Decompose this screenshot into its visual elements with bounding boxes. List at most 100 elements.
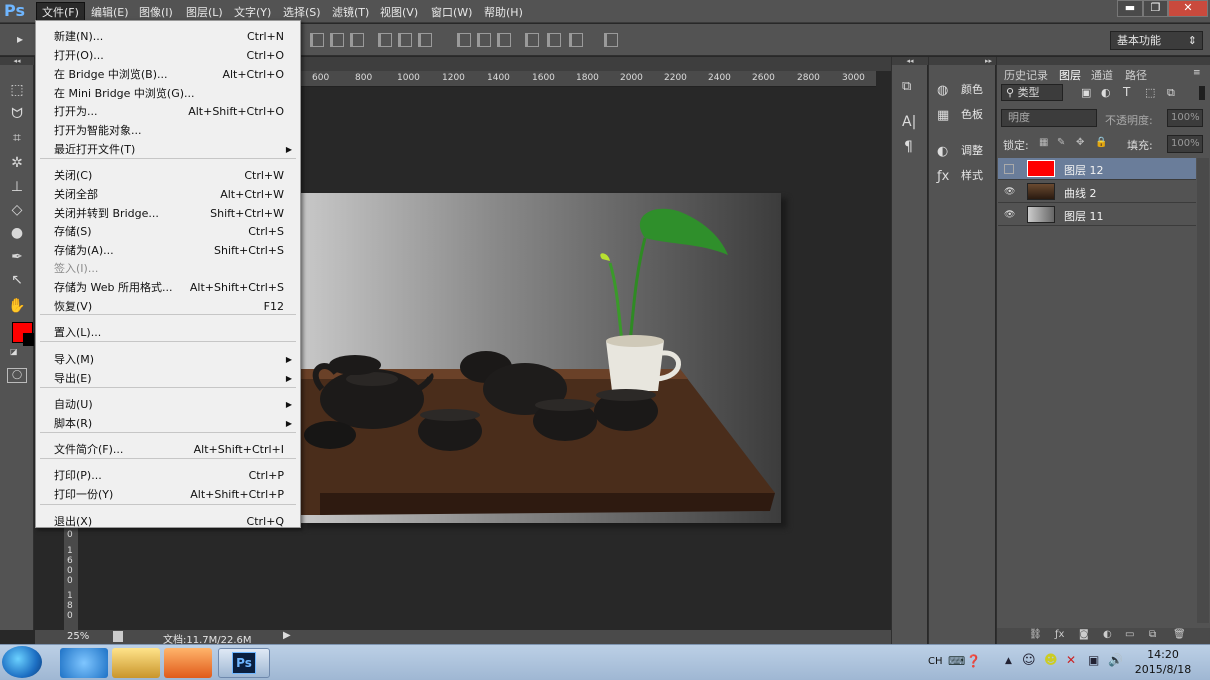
file-menu-item[interactable]: 打开为... Alt+Shift+Ctrl+O [36, 102, 300, 121]
layer-row[interactable]: 👁 曲线 2 [998, 181, 1196, 203]
menu-layer[interactable]: 图层(L) [186, 4, 223, 20]
eye-icon[interactable]: 👁 [1004, 187, 1015, 197]
styles-panel-button[interactable]: ƒx 样式 [937, 167, 983, 184]
color-panel-button[interactable]: ◍ 颜色 [937, 81, 983, 98]
lock-pixels-icon[interactable]: ✎ [1057, 137, 1065, 148]
pen-tool-icon[interactable]: ✒ [6, 247, 28, 267]
file-menu-item[interactable]: 最近打开文件(T) ▶ [36, 140, 300, 159]
file-menu-item[interactable]: 打印(P)... Ctrl+P [36, 466, 300, 485]
image-filter-icon[interactable]: ▣ [1081, 86, 1091, 99]
windows-start-button[interactable] [2, 646, 42, 678]
tray-user-icon[interactable]: ☺ [1022, 653, 1036, 668]
spot-healing-icon[interactable]: ✲ [6, 153, 28, 173]
marquee-tool-icon[interactable]: ⬚ [6, 80, 28, 100]
background-color-swatch[interactable] [23, 333, 34, 346]
character-panel-icon[interactable]: A| [902, 114, 916, 130]
collapse-left-icon[interactable]: ◂◂ [892, 57, 928, 65]
swatches-panel-button[interactable]: ▦ 色板 [937, 106, 983, 123]
file-menu-item[interactable]: 自动(U) ▶ [36, 395, 300, 414]
menu-window[interactable]: 窗口(W) [431, 4, 472, 20]
file-menu-item[interactable]: 退出(X) Ctrl+Q [36, 512, 300, 531]
file-menu-item[interactable]: 关闭全部 Alt+Ctrl+W [36, 185, 300, 204]
file-menu-item[interactable]: 关闭并转到 Bridge... Shift+Ctrl+W [36, 204, 300, 223]
menu-view[interactable]: 视图(V) [380, 4, 418, 20]
tab-history[interactable]: 历史记录 [1004, 67, 1048, 83]
align-hcenter-icon[interactable] [398, 33, 412, 47]
align-vcenter-icon[interactable] [330, 33, 344, 47]
file-menu-item[interactable]: 置入(L)... [36, 323, 300, 342]
photoshop-taskbar-icon[interactable]: Ps [218, 648, 270, 678]
crop-tool-icon[interactable]: ⌗ [6, 128, 28, 148]
security-icon[interactable]: ✕ [1066, 653, 1076, 667]
move-tool-preset-icon[interactable]: ▸ [17, 32, 23, 46]
file-menu-item[interactable]: 存储为 Web 所用格式... Alt+Shift+Ctrl+S [36, 278, 300, 297]
new-layer-icon[interactable]: ⧉ [1149, 629, 1156, 640]
explorer-taskbar-icon[interactable] [112, 648, 160, 678]
close-button[interactable]: ✕ [1168, 0, 1208, 17]
align-bottom-icon[interactable] [350, 33, 364, 47]
tray-expand-icon[interactable]: ▲ [1005, 656, 1012, 666]
document-canvas[interactable] [300, 193, 781, 523]
panel-menu-icon[interactable]: ≡ [1193, 68, 1201, 78]
trash-icon[interactable]: 🗑 [1173, 629, 1186, 640]
text-filter-icon[interactable]: T [1123, 85, 1130, 99]
adjustment-filter-icon[interactable]: ◐ [1101, 86, 1111, 99]
align-right-icon[interactable] [418, 33, 432, 47]
file-menu-item[interactable]: 导入(M) ▶ [36, 350, 300, 369]
align-left-icon[interactable] [378, 33, 392, 47]
menu-image[interactable]: 图像(I) [139, 4, 173, 20]
file-menu-item[interactable]: 在 Bridge 中浏览(B)... Alt+Ctrl+O [36, 65, 300, 84]
file-menu-item[interactable]: 文件简介(F)... Alt+Shift+Ctrl+I [36, 440, 300, 459]
layer-row[interactable]: 👁 图层 11 [998, 204, 1196, 226]
qq-icon[interactable]: ☻ [1044, 653, 1058, 668]
smart-object-filter-icon[interactable]: ⧉ [1167, 86, 1175, 100]
tab-channels[interactable]: 通道 [1091, 67, 1113, 83]
lasso-tool-icon[interactable]: ᗢ [6, 104, 28, 124]
eye-icon[interactable]: 👁 [1004, 210, 1015, 220]
workspace-select[interactable]: 基本功能 ⇕ [1110, 31, 1203, 50]
history-panel-icon[interactable]: ⧉ [902, 79, 911, 94]
adjustment-layer-icon[interactable]: ◐ [1103, 629, 1112, 640]
hand-tool-icon[interactable]: ✋ [6, 296, 28, 316]
opacity-field[interactable]: 100% [1167, 109, 1203, 127]
lock-transparent-icon[interactable]: ▦ [1039, 137, 1048, 148]
network-icon[interactable]: ▣ [1088, 653, 1099, 667]
ie-taskbar-icon[interactable] [60, 648, 108, 678]
restore-button[interactable]: ❐ [1143, 0, 1168, 17]
fill-field[interactable]: 100% [1167, 135, 1203, 153]
distribute-hcenter-icon[interactable] [547, 33, 561, 47]
menu-edit[interactable]: 编辑(E) [91, 4, 129, 20]
help-icon[interactable]: ❓ [966, 654, 981, 668]
link-icon[interactable]: ⛓ [1029, 629, 1042, 640]
file-menu-item[interactable]: 在 Mini Bridge 中浏览(G)... [36, 84, 300, 103]
input-language[interactable]: CH [928, 656, 943, 667]
layer-row[interactable]: 图层 12 [998, 158, 1196, 180]
mask-icon[interactable]: ◙ [1079, 629, 1089, 640]
keyboard-icon[interactable]: ⌨ [948, 654, 965, 668]
distribute-vcenter-icon[interactable] [477, 33, 491, 47]
align-top-icon[interactable] [310, 33, 324, 47]
menu-type[interactable]: 文字(Y) [234, 4, 271, 20]
zoom-level[interactable]: 25% [67, 631, 89, 642]
lock-all-icon[interactable]: 🔒 [1095, 137, 1107, 148]
menu-help[interactable]: 帮助(H) [484, 4, 523, 20]
status-arrow-icon[interactable]: ▶ [283, 630, 291, 641]
eraser-tool-icon[interactable]: ◇ [6, 200, 28, 220]
file-menu-item[interactable]: 打开为智能对象... [36, 121, 300, 140]
status-info-icon[interactable] [113, 631, 123, 642]
distribute-left-icon[interactable] [525, 33, 539, 47]
default-colors-icon[interactable]: ◪ [10, 347, 18, 356]
file-menu-item[interactable]: 打印一份(Y) Alt+Shift+Ctrl+P [36, 485, 300, 504]
paragraph-panel-icon[interactable]: ¶ [904, 139, 913, 155]
path-select-icon[interactable]: ↖ [6, 270, 28, 290]
menu-select[interactable]: 选择(S) [283, 4, 321, 20]
clone-stamp-icon[interactable]: ⊥ [6, 177, 28, 197]
adjustments-panel-button[interactable]: ◐ 调整 [937, 142, 983, 159]
collapse-right-icon[interactable]: ▸▸ [929, 57, 996, 65]
file-menu-item[interactable]: 脚本(R) ▶ [36, 414, 300, 433]
fx-icon[interactable]: ƒx [1055, 629, 1064, 640]
tab-layers[interactable]: 图层 [1059, 67, 1081, 83]
distribute-right-icon[interactable] [569, 33, 583, 47]
visibility-toggle[interactable] [1004, 164, 1014, 174]
blend-mode-select[interactable]: 明度 [1001, 109, 1097, 127]
